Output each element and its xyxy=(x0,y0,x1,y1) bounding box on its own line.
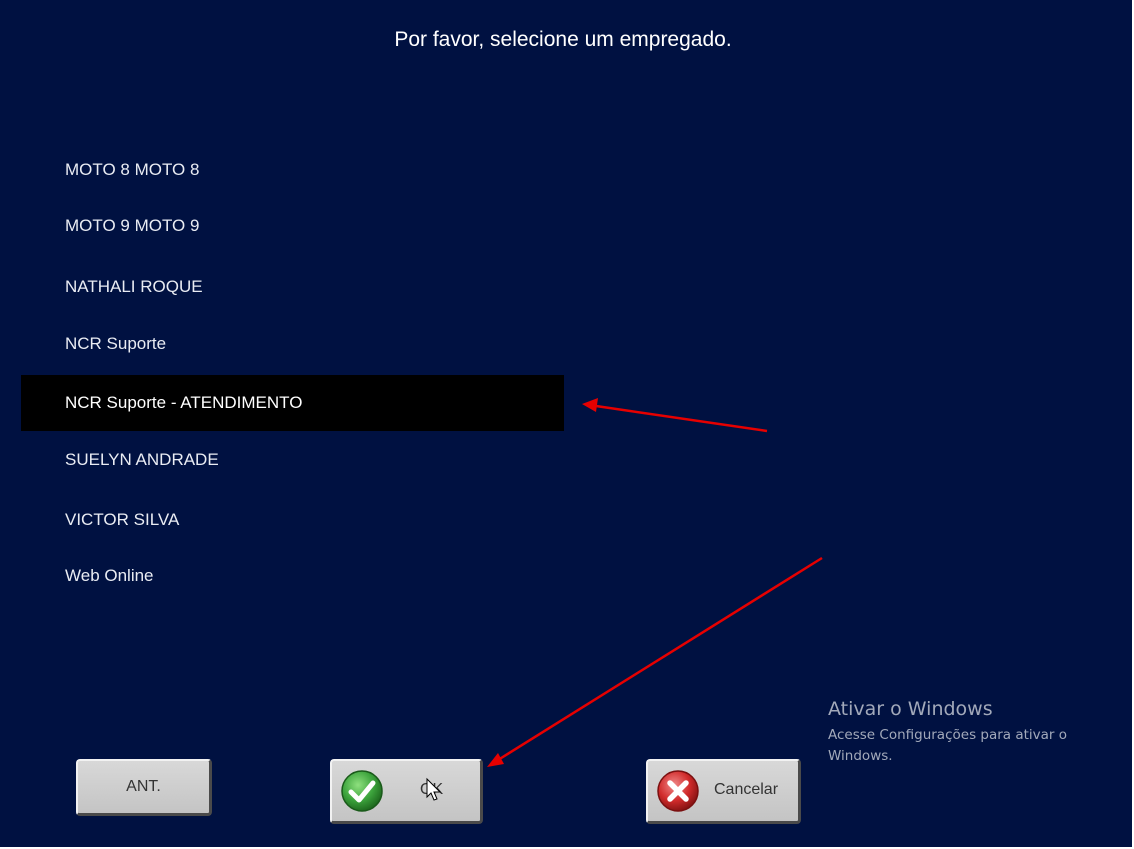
checkmark-icon xyxy=(341,770,383,812)
employee-item-suelyn-andrade[interactable]: SUELYN ANDRADE xyxy=(21,432,564,488)
watermark-text: Acesse Configurações para ativar o Windo… xyxy=(828,727,1068,764)
ok-button[interactable]: OK xyxy=(330,759,483,824)
close-x-icon xyxy=(657,770,699,812)
employee-item-victor-silva[interactable]: VICTOR SILVA xyxy=(21,492,564,548)
employee-selection-screen: Por favor, selecione um empregado. MOTO … xyxy=(0,0,1134,849)
employee-item-moto8[interactable]: MOTO 8 MOTO 8 xyxy=(21,142,564,198)
employee-item-moto9[interactable]: MOTO 9 MOTO 9 xyxy=(21,198,564,254)
windows-activation-watermark: Ativar o Windows Acesse Configurações pa… xyxy=(828,698,1113,767)
cancel-button-label: Cancelar xyxy=(714,781,779,798)
employee-item-nathali-roque[interactable]: NATHALI ROQUE xyxy=(21,259,564,315)
previous-button-label: ANT. xyxy=(126,778,161,795)
employee-item-ncr-suporte-atendimento[interactable]: NCR Suporte - ATENDIMENTO xyxy=(21,375,564,431)
previous-button[interactable]: ANT. xyxy=(76,759,212,816)
ok-button-label: OK xyxy=(420,781,444,798)
employee-item-web-online[interactable]: Web Online xyxy=(21,548,564,604)
annotation-arrow-to-selected-row xyxy=(582,398,768,433)
employee-item-ncr-suporte[interactable]: NCR Suporte xyxy=(21,316,564,372)
cancel-button[interactable]: Cancelar xyxy=(646,759,801,824)
page-title: Por favor, selecione um empregado. xyxy=(394,28,732,51)
watermark-title: Ativar o Windows xyxy=(828,698,993,720)
